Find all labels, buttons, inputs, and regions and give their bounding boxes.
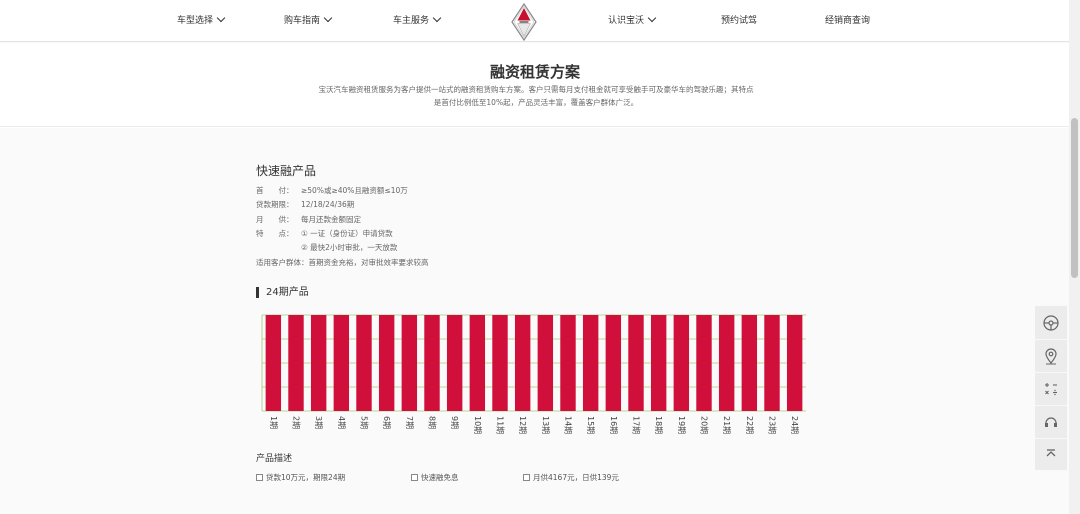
chart-bar[interactable] [764, 315, 780, 411]
chart-x-tick-label: 1期 [269, 416, 278, 429]
chart-x-tick-label: 4期 [337, 416, 346, 429]
side-tool-panel [1035, 306, 1067, 470]
loan-calculator-tool[interactable] [1035, 372, 1067, 405]
checkbox[interactable] [523, 474, 530, 481]
chart-bar[interactable] [469, 315, 486, 411]
chart-bar[interactable] [492, 315, 508, 411]
chart-bar[interactable] [356, 315, 372, 411]
main-content: 快速融产品 首 付： ≥50%或≥40%且融资额≤10万 贷款期限： 12/18/2… [0, 128, 1080, 514]
chart-bar[interactable] [741, 315, 758, 411]
hero-section: 融资租赁方案 宝沃汽车融资租赁服务为客户提供一站式的融资租赁购车方案。客户只需每… [0, 43, 1080, 127]
back-to-top-icon [1046, 449, 1056, 457]
spec-row-features-2: ② 最快2小时审批，一天放款 [301, 243, 398, 252]
chart-bar[interactable] [650, 315, 667, 411]
nav-item-test-drive[interactable]: 预约试驾 [721, 13, 757, 26]
chart-x-tick-label: 8期 [428, 416, 437, 429]
product-title: 快速融产品 [256, 164, 317, 178]
chart-x-tick-label: 12期 [518, 416, 527, 434]
chart-x-tick-label: 22期 [745, 416, 754, 434]
chart-bar[interactable] [514, 315, 531, 411]
back-to-top-tool[interactable] [1035, 438, 1067, 471]
chart-bar[interactable] [673, 315, 690, 411]
product-description-title: 产品描述 [256, 454, 293, 464]
nav-item-buying-guide[interactable]: 购车指南 [284, 13, 333, 26]
spec-row-down-payment: 首 付： ≥50%或≥40%且融资额≤10万 [256, 186, 408, 195]
chart-x-tick-label: 24期 [790, 416, 799, 434]
borgward-logo[interactable] [511, 2, 537, 42]
chart-bar[interactable] [424, 315, 440, 411]
chart-x-tick-label: 2期 [292, 416, 301, 429]
chart-x-tick-label: 21期 [722, 416, 731, 434]
steering-wheel-icon [1043, 314, 1059, 331]
chart-heading: 24期产品 [256, 287, 309, 298]
scrollbar-thumb[interactable] [1071, 118, 1078, 278]
calculator-icon [1045, 383, 1057, 396]
page-title: 融资租赁方案 [489, 63, 580, 81]
chart-x-tick-label: 15期 [586, 416, 595, 434]
description-item-loan[interactable]: 贷款10万元，期限24期 [256, 472, 345, 483]
chart-x-tick-label: 19期 [677, 416, 686, 434]
location-pin-icon [1045, 348, 1057, 365]
chart-x-tick-label: 18期 [654, 416, 663, 434]
checkbox[interactable] [411, 474, 418, 481]
chart-bar[interactable] [696, 315, 712, 411]
customer-service-icon [1045, 417, 1057, 427]
chart-bar[interactable] [265, 315, 282, 411]
description-item-monthly[interactable]: 月供4167元，日供139元 [523, 472, 619, 483]
spec-row-monthly-payment: 月 供： 每月还款金额固定 [256, 215, 361, 224]
chart-x-tick-label: 16期 [609, 416, 618, 434]
chart-x-tick-label: 14期 [564, 416, 573, 434]
chart-x-tick-label: 7期 [405, 416, 414, 429]
chart-x-tick-label: 3期 [314, 416, 323, 429]
checkbox[interactable] [256, 474, 263, 481]
nav-item-owner-service[interactable]: 车主服务 [393, 13, 442, 26]
chart-bar[interactable] [582, 315, 599, 411]
chevron-down-icon [323, 13, 333, 23]
chart-bar[interactable] [446, 315, 463, 411]
chart-bar[interactable] [310, 315, 327, 411]
spec-row-loan-term: 贷款期限： 12/18/24/36期 [256, 200, 355, 209]
installment-bar-chart: 1期 2期 3期 4期 5期 6期 7期 8期 9期 10期 11期 12期 13期 14期 15期 16期 1… [261, 314, 806, 434]
top-nav: 车型选择 购车指南 车主服务 认识宝沃 预约试驾 经销商查询 [0, 0, 1080, 42]
chart-x-tick-label: 11期 [496, 416, 505, 434]
description-item-interest-free[interactable]: 快速融免息 [411, 472, 459, 483]
chart-x-tick-label: 23期 [768, 416, 777, 434]
chevron-down-icon [432, 13, 442, 23]
chart-bar[interactable] [786, 315, 803, 411]
nav-item-about-borgward[interactable]: 认识宝沃 [608, 13, 657, 26]
chart-bar[interactable] [718, 315, 735, 411]
chart-x-tick-label: 10期 [473, 416, 482, 434]
chevron-down-icon [216, 13, 226, 23]
nav-item-car-models[interactable]: 车型选择 [177, 13, 226, 26]
spec-row-features: 特 点： ① 一证（身份证）申请贷款 [256, 229, 393, 238]
chart-x-tick-label: 6期 [382, 416, 391, 429]
chart-bar[interactable] [628, 315, 644, 411]
chart-bar[interactable] [288, 315, 304, 411]
chevron-down-icon [647, 13, 657, 23]
chart-bar[interactable] [537, 315, 554, 411]
nav-item-dealer-search[interactable]: 经销商查询 [825, 13, 870, 26]
test-drive-tool[interactable] [1035, 306, 1067, 339]
audience-text: 适用客户群体：首期资金充裕，对审批效率要求较高 [256, 258, 429, 267]
customer-service-tool[interactable] [1035, 405, 1067, 438]
chart-bar[interactable] [401, 315, 418, 411]
chart-bar[interactable] [333, 315, 350, 411]
chart-x-tick-label: 20期 [700, 416, 709, 434]
dealer-location-tool[interactable] [1035, 339, 1067, 372]
chart-x-tick-label: 13期 [541, 416, 550, 434]
page-description: 宝沃汽车融资租赁服务为客户提供一站式的融资租赁购车方案。客户只需每月支付租金就可… [318, 85, 754, 107]
chart-bar[interactable] [605, 315, 622, 411]
chart-x-tick-label: 5期 [360, 416, 369, 429]
chart-x-tick-label: 17期 [632, 416, 641, 434]
chart-bar[interactable] [560, 315, 576, 411]
chart-x-tick-label: 9期 [450, 416, 459, 429]
chart-bar[interactable] [378, 315, 395, 411]
